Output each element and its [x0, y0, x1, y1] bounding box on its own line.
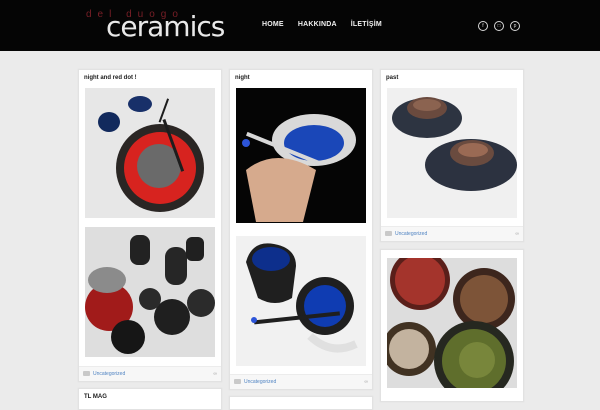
post-image-red-plate[interactable]: [85, 88, 215, 218]
post-image-blue-cups[interactable]: [236, 236, 366, 366]
folder-icon: [234, 379, 241, 384]
post-title[interactable]: past: [386, 75, 398, 81]
facebook-icon[interactable]: f: [478, 21, 488, 31]
post-title[interactable]: TL MAG: [84, 394, 107, 400]
ceramics-photo-1: [85, 88, 215, 218]
folder-icon: [83, 371, 90, 376]
post-card-5: TL MAG: [78, 388, 222, 410]
post-card-6: [229, 396, 373, 410]
ceramics-photo-2: [85, 227, 215, 357]
ceramics-photo-6: [387, 258, 517, 388]
category-link[interactable]: Uncategorized: [93, 371, 125, 377]
post-title[interactable]: night: [235, 75, 250, 81]
post-card-2: night Uncategorized ∞: [229, 69, 373, 390]
post-card-4: [380, 249, 524, 402]
post-card-1: night and red dot ! Uncategorized ∞: [78, 69, 222, 382]
post-footer: Uncategorized ∞: [79, 366, 221, 381]
folder-icon: [385, 231, 392, 236]
post-title[interactable]: night and red dot !: [84, 75, 137, 81]
category-link[interactable]: Uncategorized: [244, 379, 276, 385]
category-link[interactable]: Uncategorized: [395, 231, 427, 237]
post-card-3: past Uncategorized ∞: [380, 69, 524, 242]
nav-contact[interactable]: İLETİŞİM: [351, 21, 382, 28]
header: del duogo ceramics HOME HAKKINDA İLETİŞİ…: [0, 0, 600, 51]
post-footer: Uncategorized ∞: [381, 226, 523, 241]
ceramics-photo-5: [387, 88, 517, 218]
nav-about[interactable]: HAKKINDA: [298, 21, 337, 28]
social-links: f □ p: [478, 21, 520, 31]
link-icon[interactable]: ∞: [364, 379, 368, 385]
nav-home[interactable]: HOME: [262, 21, 284, 28]
link-icon[interactable]: ∞: [213, 371, 217, 377]
link-icon[interactable]: ∞: [515, 231, 519, 237]
ceramics-photo-4: [236, 236, 366, 366]
main-nav: HOME HAKKINDA İLETİŞİM: [262, 21, 396, 28]
pinterest-icon[interactable]: p: [510, 21, 520, 31]
post-image-many-cups[interactable]: [85, 227, 215, 357]
post-image-brown-cups[interactable]: [387, 88, 517, 218]
ceramics-photo-3: [236, 88, 366, 223]
post-image-plates[interactable]: [387, 258, 517, 388]
instagram-icon[interactable]: □: [494, 21, 504, 31]
post-image-blue-bowl[interactable]: [236, 88, 366, 223]
logo-main: ceramics: [106, 10, 225, 43]
post-footer: Uncategorized ∞: [230, 374, 372, 389]
site-logo[interactable]: del duogo ceramics: [86, 7, 225, 43]
